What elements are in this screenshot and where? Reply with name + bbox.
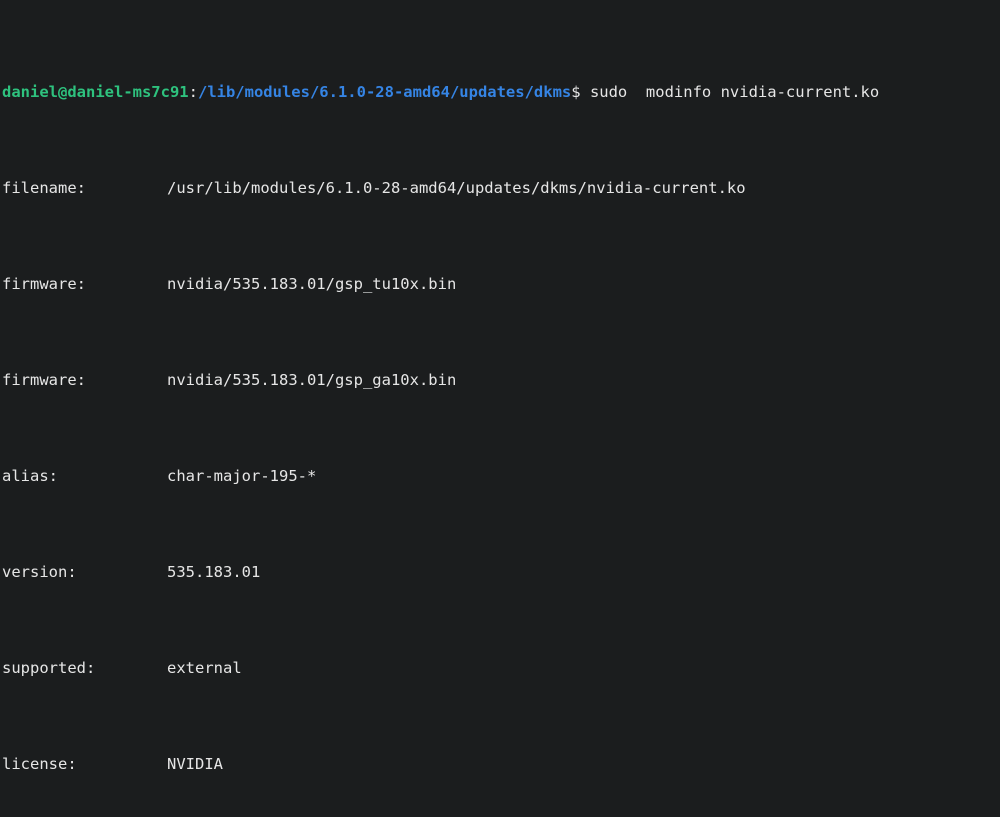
label-firmware: firmware:: [2, 272, 167, 296]
field-firmware: firmware: nvidia/535.183.01/gsp_ga10x.bi…: [2, 368, 998, 392]
value-alias: char-major-195-*: [167, 464, 316, 488]
prompt-sep: :: [189, 80, 198, 104]
label-filename: filename:: [2, 176, 167, 200]
terminal[interactable]: daniel@daniel-ms7c91 : /lib/modules/6.1.…: [0, 0, 1000, 817]
field-version: version: 535.183.01: [2, 560, 998, 584]
field-license: license: NVIDIA: [2, 752, 998, 776]
label-supported: supported:: [2, 656, 167, 680]
label-alias: alias:: [2, 464, 167, 488]
value-version: 535.183.01: [167, 560, 260, 584]
value-filename: /usr/lib/modules/6.1.0-28-amd64/updates/…: [167, 176, 746, 200]
prompt-path: /lib/modules/6.1.0-28-amd64/updates/dkms: [198, 80, 571, 104]
prompt-line: daniel@daniel-ms7c91 : /lib/modules/6.1.…: [2, 80, 998, 104]
label-firmware: firmware:: [2, 368, 167, 392]
prompt-dollar: $: [571, 80, 590, 104]
label-version: version:: [2, 560, 167, 584]
field-firmware: firmware: nvidia/535.183.01/gsp_tu10x.bi…: [2, 272, 998, 296]
value-firmware: nvidia/535.183.01/gsp_ga10x.bin: [167, 368, 456, 392]
value-supported: external: [167, 656, 242, 680]
value-license: NVIDIA: [167, 752, 223, 776]
label-license: license:: [2, 752, 167, 776]
field-supported: supported: external: [2, 656, 998, 680]
command: sudo modinfo nvidia-current.ko: [590, 80, 879, 104]
field-alias: alias: char-major-195-*: [2, 464, 998, 488]
value-firmware: nvidia/535.183.01/gsp_tu10x.bin: [167, 272, 456, 296]
prompt-user: daniel@daniel-ms7c91: [2, 80, 189, 104]
field-filename: filename: /usr/lib/modules/6.1.0-28-amd6…: [2, 176, 998, 200]
